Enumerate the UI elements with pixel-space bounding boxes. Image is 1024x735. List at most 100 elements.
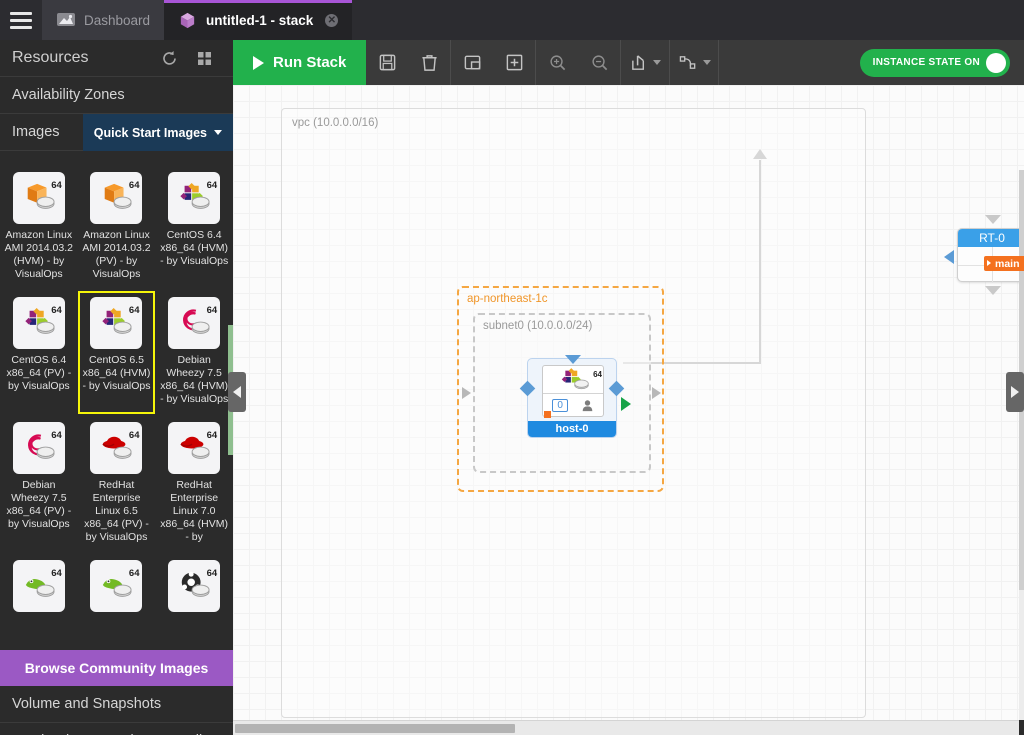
connector-style-button[interactable]: [670, 40, 718, 85]
refresh-icon[interactable]: [161, 50, 178, 67]
status-badge: [544, 411, 551, 418]
quick-start-images-dropdown[interactable]: Quick Start Images: [82, 114, 233, 151]
subnet-label: subnet0 (10.0.0.0/24): [483, 320, 593, 332]
image-item[interactable]: 64 Amazon Linux AMI 2014.03.2 (HVM) - by…: [0, 166, 78, 289]
canvas-horizontal-scrollbar-thumb[interactable]: [235, 724, 515, 733]
sidebar-item-volume-and-snapshots[interactable]: Volume and Snapshots: [0, 686, 233, 723]
right-panel-expand-handle[interactable]: [1006, 372, 1024, 412]
router-left-handle-icon[interactable]: [944, 250, 954, 264]
image-item[interactable]: 64: [155, 554, 233, 625]
add-button[interactable]: [493, 40, 535, 85]
images-grid-container: 64 Amazon Linux AMI 2014.03.2 (HVM) - by…: [0, 158, 233, 650]
tab-dashboard[interactable]: Dashboard: [42, 0, 165, 40]
save-button[interactable]: [366, 40, 408, 85]
host-top-handle-icon[interactable]: [565, 355, 581, 364]
image-item[interactable]: 64 Debian Wheezy 7.5 x86_64 (HVM) - by V…: [155, 291, 233, 414]
tab-untitled-1-stack[interactable]: untitled-1 - stack ✕: [164, 0, 353, 40]
image-item[interactable]: 64 RedHat Enterprise Linux 7.0 x86_64 (H…: [155, 416, 233, 552]
router-bottom-handle-icon[interactable]: [985, 286, 1001, 295]
image-label: CentOS 6.4 x86_64 (PV) - by VisualOps: [6, 354, 72, 392]
stack-canvas[interactable]: vpc (10.0.0.0/16) ap-northeast-1c subnet…: [233, 85, 1024, 720]
image-item[interactable]: 64 RedHat Enterprise Linux 6.5 x86_64 (P…: [78, 416, 156, 552]
image-item[interactable]: 64 CentOS 6.4 x86_64 (PV) - by VisualOps: [0, 291, 78, 414]
image-thumbnail: 64: [90, 560, 143, 612]
tabbar-filler: [352, 0, 1024, 40]
host-icon-panel: 64 0: [542, 365, 604, 417]
host-left-handle-icon[interactable]: [519, 380, 536, 397]
copy-icon: [464, 55, 481, 70]
sidebar-item-label: Availability Zones: [12, 87, 125, 103]
export-group: [621, 40, 671, 85]
availability-zone-label: ap-northeast-1c: [467, 293, 548, 305]
stack-cube-icon: [178, 11, 198, 29]
hamburger-menu-icon[interactable]: [0, 0, 42, 40]
toggle-knob: [986, 52, 1006, 73]
chevron-down-icon: [214, 130, 222, 135]
route-table-node[interactable]: RT-0 main: [944, 215, 1024, 295]
hamburger-line: [10, 11, 32, 15]
subnet-left-handle-icon[interactable]: [462, 387, 471, 399]
subnet-right-handle-icon[interactable]: [652, 387, 661, 399]
image-thumbnail: 64: [90, 297, 143, 349]
run-stack-button[interactable]: Run Stack: [233, 40, 367, 85]
grid-view-icon[interactable]: [196, 50, 213, 67]
image-label: Debian Wheezy 7.5 x86_64 (PV) - by Visua…: [6, 479, 72, 530]
export-button[interactable]: [621, 40, 669, 85]
host-node[interactable]: 64 0 host-0: [519, 355, 631, 438]
sidebar-item-images[interactable]: Images Quick Start Images: [0, 114, 233, 151]
host-right-handle-icon[interactable]: [608, 380, 625, 397]
vpc-label: vpc (10.0.0.0/16): [292, 117, 379, 129]
sidebar-collapse-handle[interactable]: [228, 372, 246, 412]
image-label: CentOS 6.4 x86_64 (HVM) - by VisualOps: [160, 229, 229, 267]
zoom-actions-group: [536, 40, 622, 85]
expand-right-icon: [1011, 386, 1019, 398]
arch-badge: 64: [51, 430, 62, 441]
vpc-container[interactable]: vpc (10.0.0.0/16) ap-northeast-1c subnet…: [281, 108, 1024, 718]
host-run-handle-icon[interactable]: [621, 397, 631, 411]
trash-icon: [422, 55, 437, 71]
zoom-in-button[interactable]: [536, 40, 578, 85]
image-thumbnail: 64: [12, 422, 65, 474]
instance-count-badge: 0: [552, 398, 568, 412]
zoom-out-button[interactable]: [578, 40, 620, 85]
router-top-handle-icon[interactable]: [985, 215, 1001, 224]
arch-badge: 64: [51, 180, 62, 191]
image-item[interactable]: 64: [78, 554, 156, 625]
plus-square-icon: [506, 54, 523, 71]
run-stack-label: Run Stack: [273, 54, 347, 71]
page-title: Resources: [12, 49, 89, 66]
arch-badge: 64: [206, 305, 218, 316]
duplicate-button[interactable]: [451, 40, 493, 85]
availability-zone-container[interactable]: ap-northeast-1c subnet0 (10.0.0.0/24) 64…: [457, 286, 664, 492]
chevron-down-icon: [702, 60, 711, 65]
instance-state-toggle[interactable]: INSTANCE STATE ON: [859, 48, 1010, 77]
sidebar-item-load-balancer-auto-scaling[interactable]: Load Balancer and Auto Scaling: [0, 723, 233, 735]
browse-community-images-button[interactable]: Browse Community Images: [0, 650, 233, 686]
user-icon: [582, 399, 592, 411]
main-route-tag[interactable]: main: [984, 256, 1024, 271]
image-thumbnail: 64: [12, 172, 65, 224]
image-label: Amazon Linux AMI 2014.03.2 (HVM) - by Vi…: [4, 229, 73, 280]
sidebar-item-availability-zones[interactable]: Availability Zones: [0, 77, 233, 114]
edit-actions-group: [451, 40, 537, 85]
arch-badge: 64: [51, 305, 62, 316]
connector-group: [670, 40, 720, 85]
image-item[interactable]: 64 Amazon Linux AMI 2014.03.2 (PV) - by …: [78, 166, 156, 289]
subnet-container[interactable]: subnet0 (10.0.0.0/24) 64 0 host-0: [462, 313, 661, 473]
magnifier-minus-icon: [592, 55, 608, 71]
arch-badge: 64: [593, 370, 602, 379]
delete-button[interactable]: [408, 40, 450, 85]
image-item[interactable]: 64 CentOS 6.4 x86_64 (HVM) - by VisualOp…: [155, 166, 233, 289]
image-thumbnail: 64: [168, 422, 221, 474]
canvas-horizontal-scrollbar[interactable]: [233, 720, 1019, 735]
arch-badge: 64: [206, 430, 218, 441]
arch-badge: 64: [128, 430, 140, 441]
image-item[interactable]: 64 Debian Wheezy 7.5 x86_64 (PV) - by Vi…: [0, 416, 78, 552]
close-icon[interactable]: ✕: [325, 13, 339, 27]
arch-badge: 64: [128, 305, 140, 316]
image-item-selected[interactable]: 64 CentOS 6.5 x86_64 (HVM) - by VisualOp…: [77, 291, 156, 414]
image-thumbnail: 64: [168, 560, 221, 612]
canvas-vertical-scrollbar[interactable]: [1019, 170, 1024, 720]
image-item[interactable]: 64: [0, 554, 78, 625]
resources-sidebar: Resources Availability Zones Images Quic…: [0, 40, 233, 735]
